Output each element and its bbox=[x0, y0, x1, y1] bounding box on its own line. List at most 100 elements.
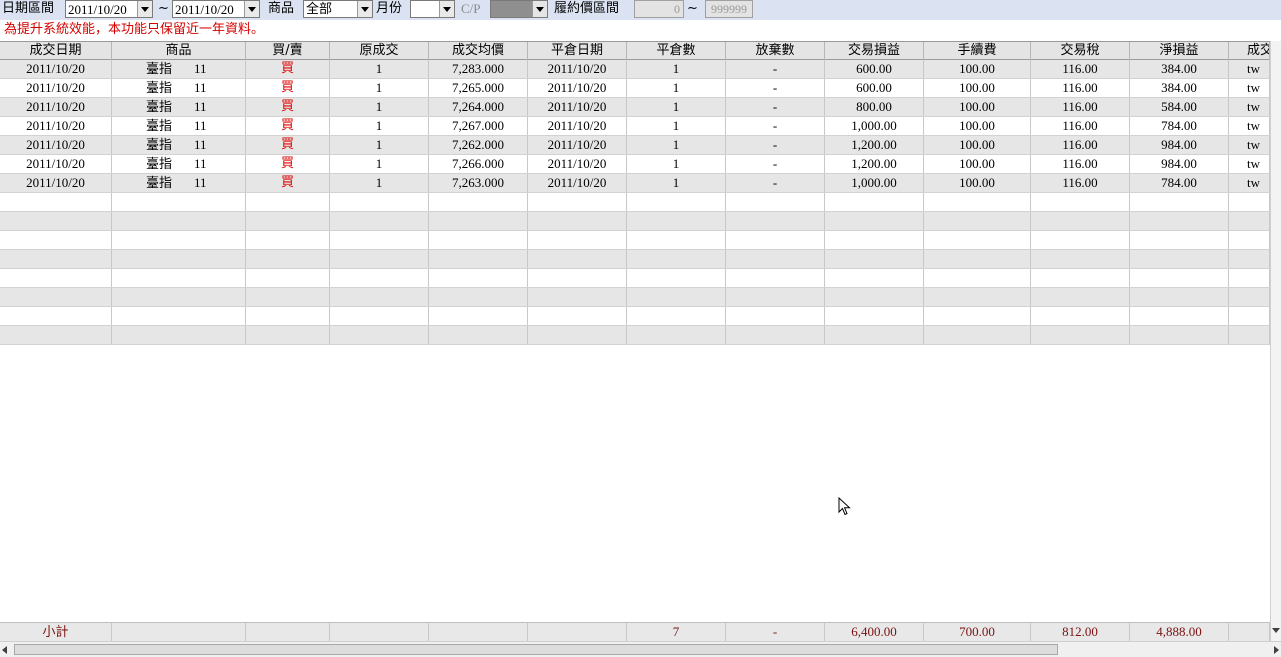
empty-cell bbox=[112, 250, 246, 268]
empty-cell bbox=[924, 307, 1031, 325]
column-header-trade-pnl[interactable]: 交易損益 bbox=[825, 42, 924, 60]
empty-table-row[interactable] bbox=[0, 231, 1270, 250]
empty-cell bbox=[1130, 269, 1229, 287]
empty-cell bbox=[112, 231, 246, 249]
empty-cell bbox=[330, 193, 429, 211]
empty-cell bbox=[0, 288, 112, 306]
empty-cell bbox=[528, 250, 627, 268]
scroll-down-arrow-icon[interactable] bbox=[1272, 625, 1281, 639]
cell-fee: 100.00 bbox=[924, 60, 1031, 78]
empty-cell bbox=[112, 212, 246, 230]
empty-cell bbox=[825, 193, 924, 211]
column-header-net-pnl[interactable]: 淨損益 bbox=[1130, 42, 1229, 60]
table-row[interactable]: 2011/10/20 臺指 11 買 1 7,267.000 2011/10/20 1-1,0… bbox=[0, 117, 1270, 136]
column-header-original-qty[interactable]: 原成交 bbox=[330, 42, 429, 60]
month-select[interactable] bbox=[410, 0, 455, 18]
column-header-close-date[interactable]: 平倉日期 bbox=[528, 42, 627, 60]
date-range-label: 日期區間 bbox=[2, 1, 55, 16]
empty-cell bbox=[246, 250, 330, 268]
cell-tax: 116.00 bbox=[1031, 60, 1130, 78]
column-header-side[interactable]: 買/賣 bbox=[246, 42, 330, 60]
empty-cell bbox=[429, 307, 528, 325]
empty-table-row[interactable] bbox=[0, 307, 1270, 326]
empty-cell bbox=[627, 288, 726, 306]
empty-cell bbox=[924, 288, 1031, 306]
product-month: 11 bbox=[194, 118, 207, 133]
empty-cell bbox=[528, 193, 627, 211]
cell-fee: 100.00 bbox=[924, 79, 1031, 97]
table-row[interactable]: 2011/10/20 臺指 11 買 1 7,265.000 2011/10/20 1-600… bbox=[0, 79, 1270, 98]
empty-cell bbox=[1130, 212, 1229, 230]
cell-close-date: 2011/10/20 bbox=[528, 79, 627, 97]
product-name: 臺指 bbox=[146, 176, 173, 191]
empty-table-row[interactable] bbox=[0, 193, 1270, 212]
empty-cell bbox=[112, 307, 246, 325]
cell-avg-price: 7,283.000 bbox=[429, 60, 528, 78]
table-row[interactable]: 2011/10/20 臺指 11 買 1 7,262.000 2011/10/20 1-1,2… bbox=[0, 136, 1270, 155]
empty-table-row[interactable] bbox=[0, 326, 1270, 345]
column-header-close-qty[interactable]: 平倉數 bbox=[627, 42, 726, 60]
column-header-avg-price[interactable]: 成交均價 bbox=[429, 42, 528, 60]
scroll-left-arrow-icon[interactable] bbox=[2, 646, 7, 654]
column-header-tax[interactable]: 交易稅 bbox=[1031, 42, 1130, 60]
empty-cell bbox=[726, 326, 825, 344]
chevron-down-icon[interactable] bbox=[357, 1, 372, 17]
empty-cell bbox=[429, 269, 528, 287]
cell-product: 臺指 11 bbox=[112, 136, 246, 154]
cell-net-pnl: 784.00 bbox=[1130, 174, 1229, 192]
empty-cell bbox=[246, 212, 330, 230]
chevron-down-icon[interactable] bbox=[137, 1, 152, 17]
chevron-down-icon[interactable] bbox=[439, 1, 454, 17]
cell-original-qty: 1 bbox=[330, 117, 429, 135]
empty-cell bbox=[429, 231, 528, 249]
table-row[interactable]: 2011/10/20 臺指 11 買 1 7,266.000 2011/10/20 1-1,2… bbox=[0, 155, 1270, 174]
horizontal-scrollbar[interactable] bbox=[0, 641, 1281, 657]
column-header-product[interactable]: 商品 bbox=[112, 42, 246, 60]
empty-table-row[interactable] bbox=[0, 250, 1270, 269]
subtotal-pnl: 6,400.00 bbox=[825, 623, 924, 641]
vertical-scrollbar[interactable] bbox=[1270, 41, 1281, 643]
cell-date: 2011/10/20 bbox=[0, 155, 112, 173]
table-row[interactable]: 2011/10/20 臺指 11 買 1 7,263.000 2011/10/20 1-1,0… bbox=[0, 174, 1270, 193]
product-name: 臺指 bbox=[146, 81, 173, 96]
product-select[interactable]: 全部 bbox=[303, 0, 373, 18]
cell-date: 2011/10/20 bbox=[0, 174, 112, 192]
cp-select[interactable] bbox=[490, 0, 548, 18]
strike-from-input[interactable]: 0 bbox=[634, 0, 684, 18]
scrollbar-thumb[interactable] bbox=[14, 644, 1058, 655]
empty-cell bbox=[246, 193, 330, 211]
chevron-down-icon[interactable] bbox=[532, 1, 547, 17]
empty-cell bbox=[627, 212, 726, 230]
table-row[interactable]: 2011/10/20 臺指 11 買 1 7,264.000 2011/10/20 1-800… bbox=[0, 98, 1270, 117]
column-header-date[interactable]: 成交日期 bbox=[0, 42, 112, 60]
empty-cell bbox=[825, 326, 924, 344]
column-header-abandon-qty[interactable]: 放棄數 bbox=[726, 42, 825, 60]
empty-table-row[interactable] bbox=[0, 288, 1270, 307]
cell-fee: 100.00 bbox=[924, 117, 1031, 135]
empty-table-row[interactable] bbox=[0, 212, 1270, 231]
cell-trade: tw bbox=[1229, 174, 1270, 192]
cell-close-date: 2011/10/20 bbox=[528, 155, 627, 173]
cell-product: 臺指 11 bbox=[112, 155, 246, 173]
strike-to-input[interactable]: 999999 bbox=[705, 0, 753, 18]
date-to-select[interactable]: 2011/10/20 bbox=[172, 0, 260, 18]
cell-fee: 100.00 bbox=[924, 155, 1031, 173]
cell-net-pnl: 784.00 bbox=[1130, 117, 1229, 135]
empty-table-row[interactable] bbox=[0, 269, 1270, 288]
trade-grid: 成交日期 商品 買/賣 原成交 成交均價 平倉日期 平倉數 放棄數 交易損益 手續費 交易稅 淨損益成… bbox=[0, 41, 1281, 643]
cell-tax: 116.00 bbox=[1031, 98, 1130, 116]
cell-avg-price: 7,262.000 bbox=[429, 136, 528, 154]
cell-close-qty: 1 bbox=[627, 117, 726, 135]
table-row[interactable]: 2011/10/20 臺指 11 買 1 7,283.000 2011/10/20 1-600… bbox=[0, 60, 1270, 79]
column-header-trade[interactable]: 成交 bbox=[1229, 42, 1270, 60]
scroll-right-arrow-icon[interactable] bbox=[1274, 646, 1279, 654]
date-from-select[interactable]: 2011/10/20 bbox=[65, 0, 153, 18]
empty-cell bbox=[330, 326, 429, 344]
empty-cell bbox=[1229, 326, 1270, 344]
empty-cell bbox=[528, 288, 627, 306]
product-name: 臺指 bbox=[146, 100, 173, 115]
subtotal-empty bbox=[112, 623, 246, 641]
column-header-fee[interactable]: 手續費 bbox=[924, 42, 1031, 60]
empty-cell bbox=[246, 307, 330, 325]
chevron-down-icon[interactable] bbox=[244, 1, 259, 17]
